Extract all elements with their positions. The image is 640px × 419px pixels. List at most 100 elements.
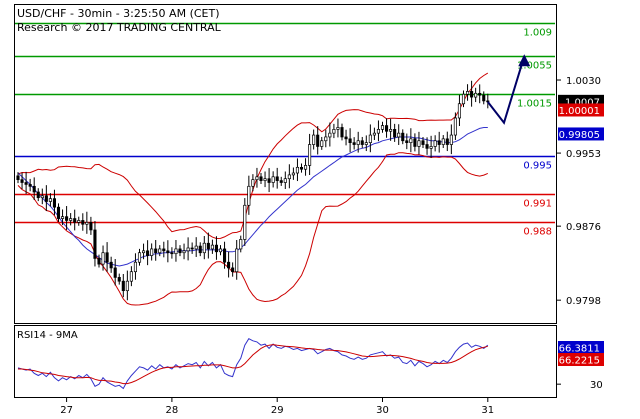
candle-body-105 bbox=[441, 138, 445, 145]
level-label-2: 1.0015 bbox=[517, 99, 552, 110]
candle-body-11 bbox=[60, 216, 65, 219]
candle-body-55 bbox=[239, 239, 243, 250]
candle-body-64 bbox=[275, 176, 279, 181]
candle-body-18 bbox=[89, 222, 93, 231]
candle-body-103 bbox=[433, 140, 437, 147]
candle-body-102 bbox=[429, 146, 433, 149]
candle-body-89 bbox=[376, 129, 381, 134]
candle-body-67 bbox=[287, 174, 291, 180]
candle-body-82 bbox=[348, 138, 352, 143]
candle-body-12 bbox=[65, 216, 69, 221]
candle-body-76 bbox=[324, 136, 328, 142]
bollinger-upper bbox=[17, 72, 489, 240]
rsi-line bbox=[17, 338, 489, 390]
price-panel-frame bbox=[14, 4, 557, 324]
candle-body-30 bbox=[137, 252, 142, 263]
candle-body-110 bbox=[461, 93, 466, 105]
date-tick-label-4: 31 bbox=[481, 405, 494, 416]
price-tag-label-2: 0.99805 bbox=[559, 130, 600, 141]
candle-body-42 bbox=[186, 247, 190, 252]
candle-body-25 bbox=[117, 277, 121, 282]
level-label-0: 1.009 bbox=[523, 28, 552, 39]
candle-body-51 bbox=[223, 248, 227, 263]
candle-body-14 bbox=[73, 218, 77, 223]
candle-body-60 bbox=[259, 176, 263, 181]
rsi-lines bbox=[17, 338, 489, 390]
candle-body-7 bbox=[44, 195, 48, 202]
date-axis: 27 28 29 30 31 bbox=[60, 397, 494, 416]
candle-body-114 bbox=[478, 92, 482, 96]
forex-chart: 1.0091.00551.00150.9950.9910.988 1.00300… bbox=[14, 4, 604, 416]
candle-body-6 bbox=[40, 195, 44, 199]
candle-body-100 bbox=[421, 140, 425, 145]
candle-body-52 bbox=[227, 261, 231, 269]
candle-body-32 bbox=[146, 250, 150, 256]
forecast-arrow bbox=[487, 54, 531, 125]
candle-body-65 bbox=[279, 180, 283, 183]
candle-body-43 bbox=[190, 247, 194, 250]
candle-body-70 bbox=[299, 166, 304, 170]
candle-body-27 bbox=[125, 280, 129, 292]
date-tick-label-0: 27 bbox=[60, 405, 73, 416]
candle-body-93 bbox=[393, 129, 397, 138]
chart-header-copyright: Research © 2017 TRADING CENTRAL bbox=[17, 21, 222, 34]
candle-body-20 bbox=[97, 258, 101, 265]
candle-body-113 bbox=[474, 92, 478, 98]
candle-body-91 bbox=[385, 125, 389, 132]
chart-header-title: USD/CHF - 30min - 3:25:50 AM (CET) bbox=[17, 7, 220, 20]
candle-body-58 bbox=[251, 179, 255, 187]
candle-body-45 bbox=[198, 245, 202, 254]
candle-body-109 bbox=[457, 103, 462, 119]
candle-body-13 bbox=[69, 218, 73, 221]
candle-body-28 bbox=[129, 271, 133, 282]
candle-body-61 bbox=[263, 178, 267, 181]
candle-body-33 bbox=[150, 248, 154, 256]
candle-body-69 bbox=[295, 166, 300, 174]
candle-body-4 bbox=[32, 185, 36, 193]
candle-body-95 bbox=[401, 132, 405, 142]
candle-body-112 bbox=[470, 91, 474, 98]
candle-body-3 bbox=[28, 184, 32, 187]
candle-body-34 bbox=[154, 248, 158, 254]
price-tag-label-1: 1.00001 bbox=[559, 106, 600, 117]
candle-body-62 bbox=[267, 178, 271, 183]
candle-body-56 bbox=[243, 204, 247, 240]
candle-body-73 bbox=[312, 134, 316, 145]
rsi-panel-frame bbox=[14, 325, 557, 398]
candle-body-107 bbox=[449, 134, 453, 145]
candle-body-29 bbox=[133, 261, 138, 273]
candle-body-26 bbox=[121, 280, 125, 292]
candle-body-63 bbox=[271, 176, 275, 183]
candle-body-108 bbox=[453, 117, 457, 136]
level-label-5: 0.988 bbox=[523, 227, 552, 238]
ma-line bbox=[17, 127, 488, 267]
candle-body-79 bbox=[336, 127, 340, 130]
candle-body-104 bbox=[437, 140, 441, 145]
candle-body-59 bbox=[255, 176, 259, 181]
level-label-3: 0.995 bbox=[523, 161, 552, 172]
candle-body-37 bbox=[166, 250, 170, 254]
candle-body-23 bbox=[109, 261, 113, 269]
candle-body-9 bbox=[52, 198, 57, 208]
candle-body-66 bbox=[283, 178, 287, 183]
candle-body-19 bbox=[93, 229, 97, 259]
candle-body-81 bbox=[344, 136, 348, 140]
candle-body-38 bbox=[170, 252, 174, 255]
candle-body-98 bbox=[413, 138, 417, 147]
candle-body-88 bbox=[372, 132, 376, 136]
candle-body-54 bbox=[235, 248, 239, 273]
date-tick-label-1: 28 bbox=[166, 405, 179, 416]
candle-body-75 bbox=[320, 140, 324, 147]
price-tags: 1.00071.000010.99805 bbox=[558, 94, 604, 141]
candle-body-92 bbox=[389, 129, 393, 132]
candle-body-94 bbox=[397, 132, 401, 138]
candle-body-101 bbox=[425, 144, 429, 149]
candle-body-99 bbox=[417, 140, 421, 147]
candle-body-84 bbox=[356, 140, 360, 145]
rsi-ma-line bbox=[18, 344, 488, 385]
candle-body-22 bbox=[105, 252, 109, 263]
candle-body-47 bbox=[206, 242, 210, 250]
price-tick-label-3: 0.9798 bbox=[566, 296, 601, 307]
price-tick-label-1: 0.9953 bbox=[566, 149, 601, 160]
date-tick-label-2: 29 bbox=[271, 405, 284, 416]
